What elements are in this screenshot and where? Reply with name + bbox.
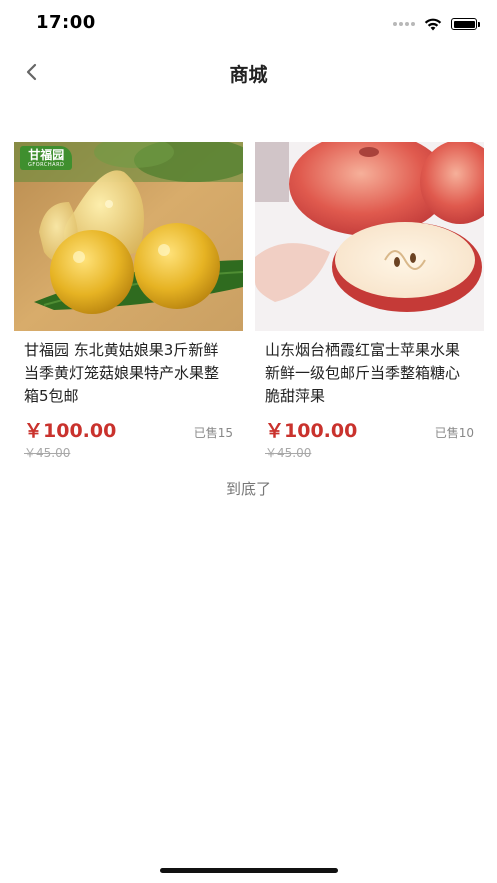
cellular-signal-icon <box>393 22 415 26</box>
product-price: ￥100.00 <box>24 420 117 442</box>
original-price: ￥45.00 <box>265 446 312 460</box>
end-of-list-text: 到底了 <box>225 480 271 498</box>
battery-icon <box>451 18 480 30</box>
product-card[interactable]: 山东烟台栖霞红富士苹果水果新鲜一级包邮斤当季整箱糖心脆甜萍果 ￥100.00 已… <box>255 142 484 462</box>
status-icons <box>393 14 480 34</box>
product-title[interactable]: 甘福园 东北黄姑娘果3斤新鲜当季黄灯笼菇娘果特产水果整箱5包邮 <box>24 339 233 408</box>
sold-count: 已售10 <box>434 426 474 440</box>
price-row: ￥100.00 已售10 <box>265 416 474 443</box>
product-image[interactable] <box>255 142 484 331</box>
apple-photo <box>255 142 484 331</box>
nav-bar: 商城 <box>0 50 497 96</box>
brand-sub: GFORCHARD <box>28 162 65 168</box>
product-image[interactable]: 甘福园 GFORCHARD <box>14 142 243 331</box>
product-price: ￥100.00 <box>265 420 358 442</box>
brand-logo: 甘福园 GFORCHARD <box>20 146 73 170</box>
home-indicator[interactable] <box>160 868 338 873</box>
price-row: ￥100.00 已售15 <box>24 416 233 443</box>
wifi-icon <box>424 18 442 31</box>
product-card[interactable]: 甘福园 GFORCHARD 甘福园 东北黄姑娘果3斤新鲜当季黄灯笼菇娘果特产水果… <box>14 142 243 462</box>
original-price: ￥45.00 <box>24 446 71 460</box>
page-title: 商城 <box>229 64 268 86</box>
product-title[interactable]: 山东烟台栖霞红富士苹果水果新鲜一级包邮斤当季整箱糖心脆甜萍果 <box>265 339 474 408</box>
status-bar: 17:00 <box>0 0 497 50</box>
sold-count: 已售15 <box>193 426 233 440</box>
status-time: 17:00 <box>36 12 96 33</box>
brand-name: 甘福园 <box>28 148 65 162</box>
gooseberry-photo <box>14 142 243 331</box>
